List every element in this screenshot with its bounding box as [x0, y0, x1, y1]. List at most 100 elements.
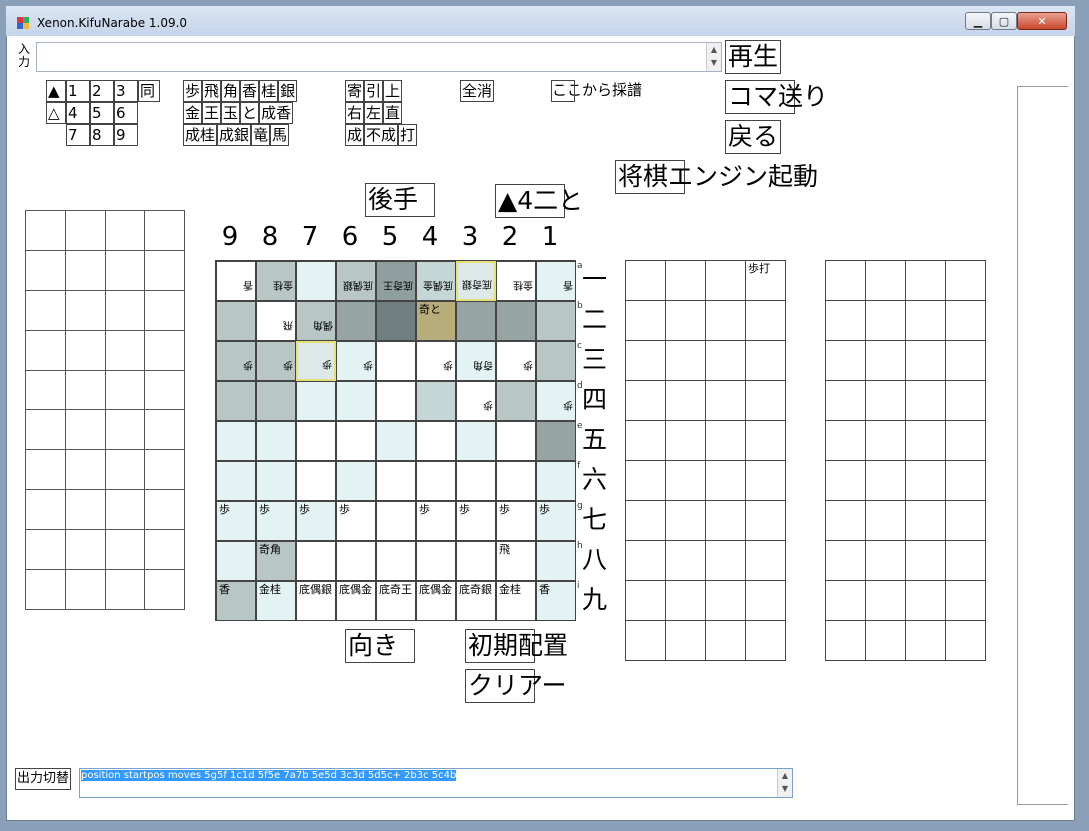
hand-cell[interactable] — [64, 249, 106, 291]
hand-cell[interactable] — [745, 420, 786, 461]
hand-cell[interactable] — [104, 369, 146, 411]
input-scrollbar[interactable]: ▲ ▼ — [706, 43, 721, 71]
hand-cell[interactable] — [625, 380, 666, 421]
board-square[interactable]: 歩 — [536, 381, 576, 421]
hand-cell[interactable] — [945, 380, 986, 421]
num-3-button[interactable]: 3 — [114, 80, 138, 102]
hand-cell[interactable] — [825, 380, 866, 421]
board-square[interactable] — [296, 461, 336, 501]
hand-cell[interactable] — [905, 300, 946, 341]
board-square[interactable]: 底偶金 — [416, 581, 456, 621]
board-square[interactable] — [216, 381, 256, 421]
board-square[interactable] — [536, 341, 576, 381]
hand-cell[interactable] — [64, 449, 106, 491]
board-square[interactable]: 底偶銀 — [336, 261, 376, 301]
hand-cell[interactable] — [905, 260, 946, 301]
hand-cell[interactable] — [144, 569, 185, 610]
hand-cell[interactable] — [705, 620, 746, 661]
board-square[interactable] — [256, 381, 296, 421]
hand-cell[interactable] — [705, 500, 746, 541]
hand-cell[interactable] — [25, 409, 66, 451]
hand-cell[interactable] — [905, 580, 946, 621]
utsu-button[interactable]: 打 — [398, 124, 418, 146]
board-square[interactable] — [216, 461, 256, 501]
hand-cell[interactable] — [625, 500, 666, 541]
piece-kaku-button[interactable]: 角 — [221, 80, 241, 102]
hand-cell[interactable] — [665, 420, 706, 461]
num-9-button[interactable]: 9 — [114, 124, 138, 146]
hand-cell[interactable] — [64, 489, 106, 531]
hand-cell[interactable] — [945, 500, 986, 541]
hand-cell[interactable] — [705, 260, 746, 301]
board-square[interactable]: 歩 — [216, 501, 256, 541]
hand-cell[interactable] — [745, 500, 786, 541]
output-toggle-button[interactable]: 出力切替 — [15, 768, 72, 790]
board-square[interactable]: 歩 — [296, 341, 336, 381]
hand-cell[interactable] — [144, 369, 185, 411]
board-square[interactable] — [296, 261, 336, 301]
hand-cell[interactable] — [825, 460, 866, 501]
hand-cell[interactable] — [905, 620, 946, 661]
hand-cell[interactable] — [64, 289, 106, 331]
hand-cell[interactable] — [945, 300, 986, 341]
board-square[interactable] — [456, 541, 496, 581]
close-button[interactable]: ✕ — [1017, 12, 1067, 30]
migi-button[interactable]: 右 — [345, 102, 365, 124]
board-square[interactable]: 偶角 — [296, 301, 336, 341]
hand-cell[interactable] — [945, 340, 986, 381]
board-square[interactable] — [336, 301, 376, 341]
board-square[interactable] — [456, 301, 496, 341]
board-square[interactable] — [456, 461, 496, 501]
hand-cell[interactable] — [745, 460, 786, 501]
hand-cell[interactable] — [64, 409, 106, 451]
hand-cell[interactable] — [64, 329, 106, 371]
num-7-button[interactable]: 7 — [66, 124, 90, 146]
hand-cell[interactable] — [665, 300, 706, 341]
hand-cell[interactable] — [905, 540, 946, 581]
board-square[interactable]: 歩 — [456, 381, 496, 421]
board-square[interactable]: 底偶金 — [336, 581, 376, 621]
piece-ou-button[interactable]: 王 — [202, 102, 222, 124]
board-square[interactable]: 金桂 — [496, 581, 536, 621]
board-square[interactable]: 奇角 — [256, 541, 296, 581]
board-square[interactable]: 歩 — [536, 501, 576, 541]
hand-cell[interactable] — [64, 529, 106, 571]
hand-cell[interactable] — [144, 289, 185, 331]
hand-cell[interactable] — [865, 540, 906, 581]
back-button[interactable]: 戻る — [725, 120, 782, 154]
engine-start-button[interactable]: 将棋エンジン起動 — [615, 160, 818, 194]
hand-cell[interactable] — [945, 580, 986, 621]
num-1-button[interactable]: 1 — [66, 80, 90, 102]
hand-cell[interactable] — [705, 460, 746, 501]
hand-cell[interactable] — [745, 340, 786, 381]
board-square[interactable] — [496, 461, 536, 501]
step-forward-button[interactable]: コマ送り — [725, 80, 828, 114]
board-square[interactable] — [496, 421, 536, 461]
board-square[interactable]: 金桂 — [256, 261, 296, 301]
board-square[interactable]: 香 — [536, 261, 576, 301]
hand-cell[interactable] — [25, 449, 66, 491]
board-square[interactable] — [536, 421, 576, 461]
naru-button[interactable]: 成 — [345, 124, 365, 146]
board-square[interactable]: 底偶金 — [416, 261, 456, 301]
hand-cell[interactable] — [745, 380, 786, 421]
hand-cell[interactable] — [25, 569, 66, 610]
clear-button[interactable]: クリアー — [465, 669, 567, 703]
hand-cell[interactable] — [64, 210, 106, 251]
board-square[interactable] — [456, 421, 496, 461]
board-square[interactable]: 歩 — [336, 501, 376, 541]
hand-cell[interactable] — [905, 420, 946, 461]
clear-all-button[interactable]: 全消 — [460, 80, 495, 102]
board-square[interactable]: 香 — [216, 581, 256, 621]
board-square[interactable]: 歩 — [336, 341, 376, 381]
initial-position-button[interactable]: 初期配置 — [465, 629, 568, 663]
hand-cell[interactable] — [905, 460, 946, 501]
board-square[interactable]: 底奇王 — [376, 261, 416, 301]
piece-kin-button[interactable]: 金 — [183, 102, 203, 124]
piece-kyo-button[interactable]: 香 — [240, 80, 260, 102]
hand-cell[interactable] — [104, 409, 146, 451]
board-square[interactable] — [376, 421, 416, 461]
hand-cell[interactable] — [705, 540, 746, 581]
hand-cell[interactable] — [625, 540, 666, 581]
hand-cell[interactable] — [865, 500, 906, 541]
